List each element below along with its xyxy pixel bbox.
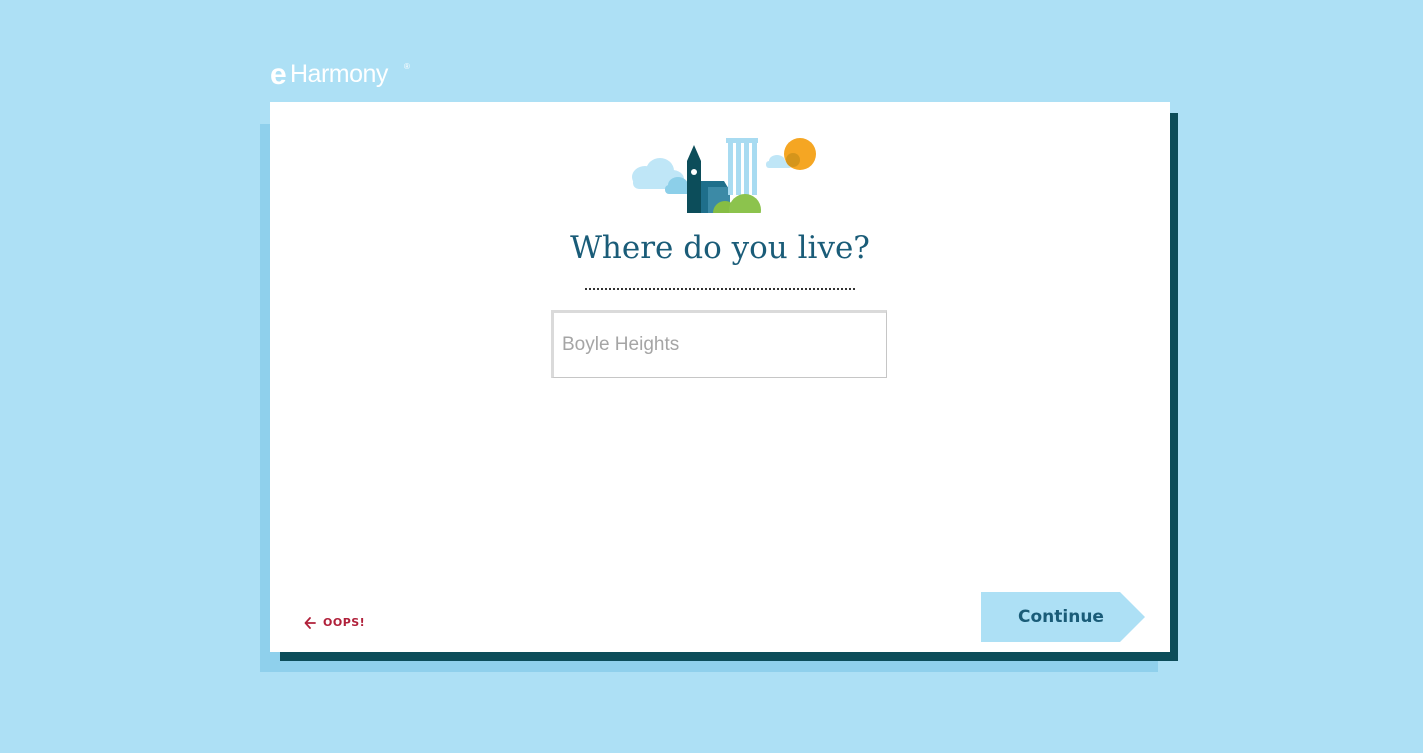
location-input[interactable] [551,310,887,378]
back-button-label: OOPS! [323,616,366,629]
back-button[interactable]: OOPS! [304,616,365,629]
logo-registered-mark: ® [404,62,410,71]
logo-e: e [270,58,287,91]
city-illustration-icon [632,138,816,213]
title-divider [585,288,855,290]
continue-button[interactable]: Continue [981,592,1145,642]
logo-text: Harmony [290,60,388,88]
question-card: Where do you live? OOPS! Continue [270,102,1170,652]
continue-button-label: Continue [1018,607,1104,627]
arrow-left-icon [304,616,316,629]
eharmony-logo: e Harmony ® [270,58,415,96]
page-title: Where do you live? [570,230,870,266]
